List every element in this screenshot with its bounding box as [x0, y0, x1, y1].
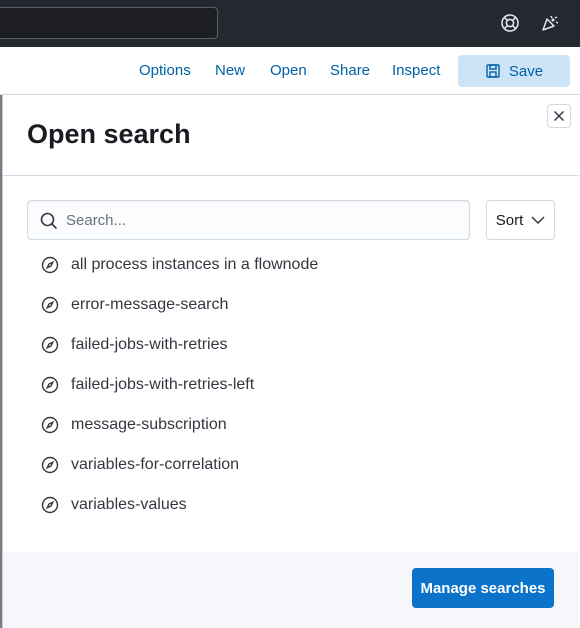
- compass-icon: [41, 256, 59, 274]
- saved-search-filter[interactable]: [27, 200, 470, 240]
- manage-searches-button[interactable]: Manage searches: [412, 568, 554, 608]
- newsfeed-party-icon[interactable]: [539, 12, 561, 34]
- new-link[interactable]: New: [215, 62, 245, 79]
- save-disk-icon: [486, 64, 500, 78]
- saved-search-item[interactable]: message-subscription: [27, 405, 547, 445]
- global-search-input[interactable]: [0, 7, 218, 39]
- sort-label: Sort: [495, 211, 524, 229]
- flyout-footer: Manage searches: [3, 552, 579, 628]
- share-link[interactable]: Share: [330, 62, 370, 79]
- search-input[interactable]: [66, 201, 461, 239]
- help-lifebuoy-icon[interactable]: [499, 12, 521, 34]
- saved-search-list: all process instances in a flownode erro…: [27, 245, 547, 525]
- saved-search-label: failed-jobs-with-retries: [71, 336, 228, 353]
- saved-search-label: error-message-search: [71, 296, 229, 313]
- saved-search-label: failed-jobs-with-retries-left: [71, 376, 255, 393]
- inspect-link[interactable]: Inspect: [392, 62, 440, 79]
- compass-icon: [41, 296, 59, 314]
- saved-search-label: all process instances in a flownode: [71, 256, 319, 273]
- save-button[interactable]: Save: [458, 55, 570, 87]
- top-navigation-bar: [0, 0, 580, 47]
- compass-icon: [41, 496, 59, 514]
- flyout-header: Open search: [3, 95, 579, 176]
- saved-search-label: variables-values: [71, 496, 187, 513]
- compass-icon: [41, 376, 59, 394]
- open-search-flyout: Open search Sort all process instances i…: [2, 95, 580, 628]
- sort-button[interactable]: Sort: [486, 200, 555, 240]
- discover-top-menu: Options New Open Share Inspect Save: [0, 47, 580, 95]
- save-button-label: Save: [508, 62, 544, 80]
- saved-search-label: variables-for-correlation: [71, 456, 240, 473]
- saved-search-item[interactable]: failed-jobs-with-retries: [27, 325, 547, 365]
- compass-icon: [41, 456, 59, 474]
- close-flyout-button[interactable]: [547, 104, 571, 128]
- search-icon: [40, 212, 58, 230]
- chevron-down-icon: [531, 215, 545, 224]
- open-link[interactable]: Open: [270, 62, 307, 79]
- saved-search-item[interactable]: all process instances in a flownode: [27, 245, 547, 285]
- compass-icon: [41, 336, 59, 354]
- close-icon: [554, 111, 564, 121]
- compass-icon: [41, 416, 59, 434]
- saved-search-item[interactable]: error-message-search: [27, 285, 547, 325]
- saved-search-item[interactable]: failed-jobs-with-retries-left: [27, 365, 547, 405]
- saved-search-label: message-subscription: [71, 416, 227, 433]
- saved-search-item[interactable]: variables-for-correlation: [27, 445, 547, 485]
- options-link[interactable]: Options: [139, 62, 191, 79]
- flyout-title: Open search: [27, 119, 191, 149]
- saved-search-item[interactable]: variables-values: [27, 485, 547, 525]
